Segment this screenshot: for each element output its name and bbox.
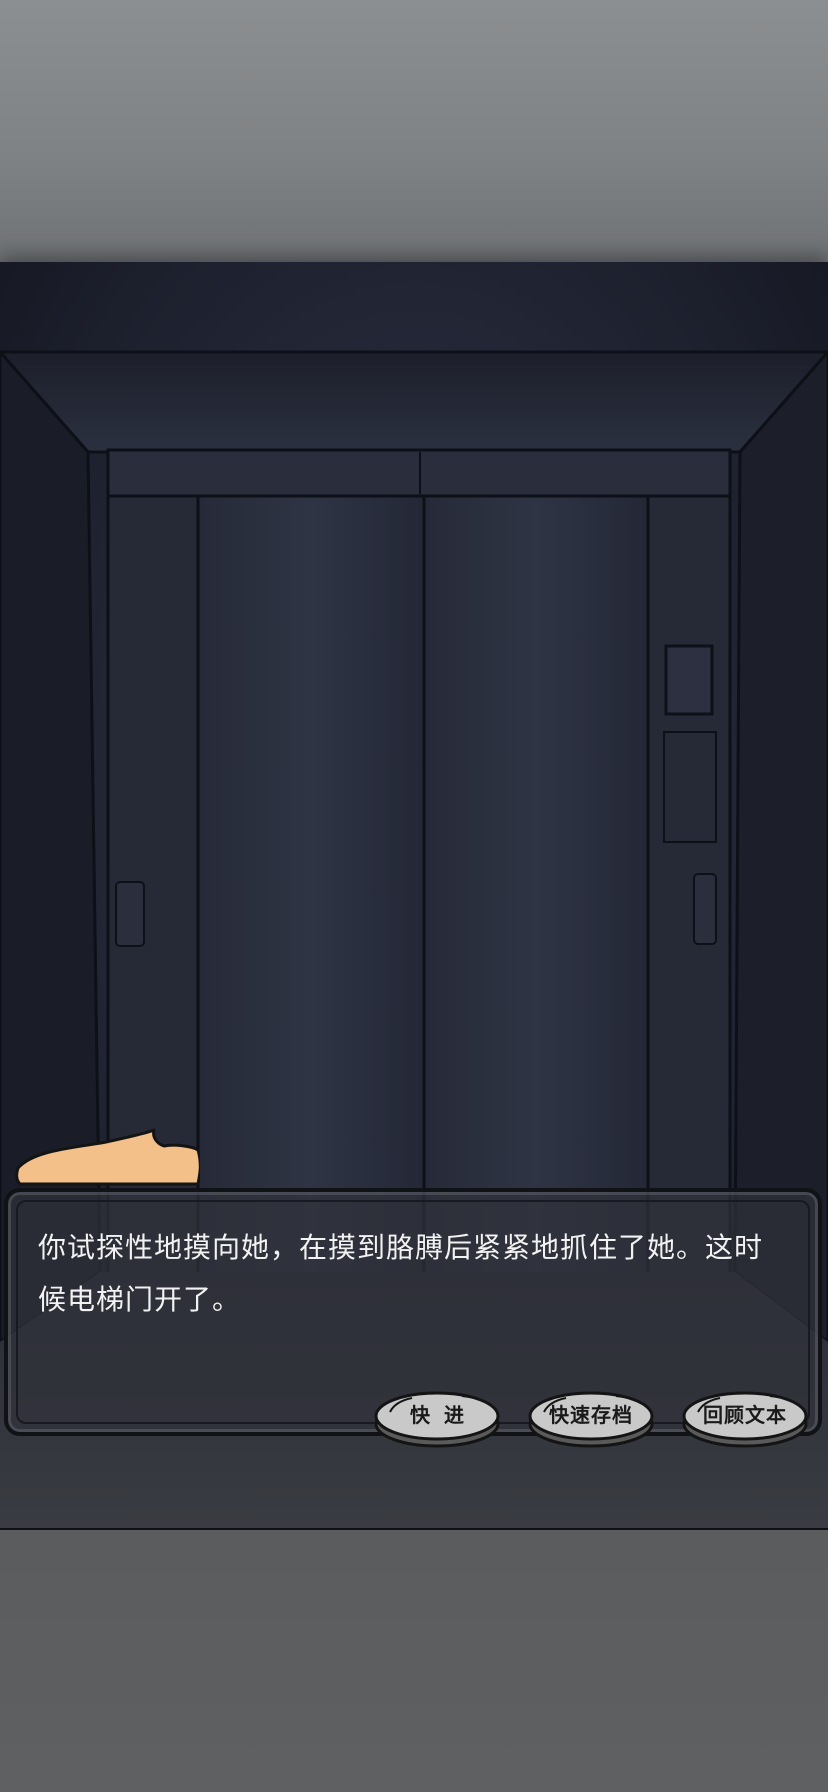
top-background — [0, 0, 828, 262]
speaker-name-tab — [15, 1128, 200, 1186]
fast-forward-label: 快进 — [410, 1403, 478, 1427]
quick-save-label: 快速存档 — [549, 1403, 633, 1427]
bottom-background — [0, 1530, 828, 1792]
dialogue-text: 你试探性地摸向她，在摸到胳膊后紧紧地抓住了她。这时候电梯门开了。 — [38, 1231, 764, 1316]
review-text-button[interactable]: 回顾文本 — [680, 1390, 810, 1450]
fast-forward-button[interactable]: 快进 — [372, 1390, 502, 1450]
game-screen[interactable]: 你试探性地摸向她，在摸到胳膊后紧紧地抓住了她。这时候电梯门开了。 快进 快速存档… — [0, 0, 828, 1792]
review-text-label: 回顾文本 — [703, 1403, 787, 1427]
quick-save-button[interactable]: 快速存档 — [526, 1390, 656, 1450]
